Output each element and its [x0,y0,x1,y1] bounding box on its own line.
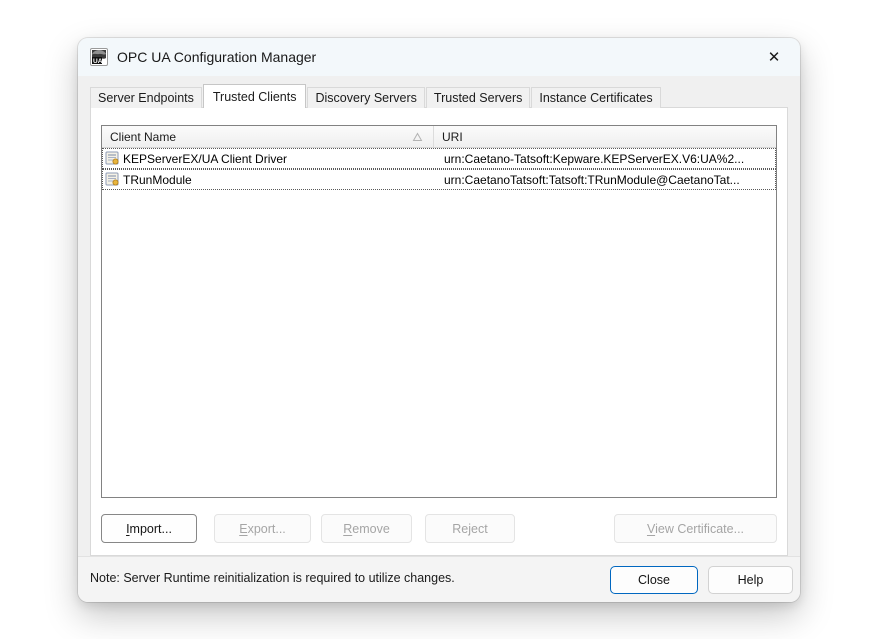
list-item-kepserverex[interactable]: KEPServerEX/UA Client Driver urn:Caetano… [102,148,776,169]
runtime-note-text: Note: Server Runtime reinitialization is… [90,571,455,585]
close-button[interactable]: Close [610,566,698,594]
client-name-column-label: Client Name [110,130,176,144]
export-button[interactable]: Export... [214,514,311,543]
list-item-trunmodule[interactable]: TRunModule urn:CaetanoTatsoft:Tatsoft:TR… [102,169,776,190]
certificate-icon [105,151,120,166]
remove-button[interactable]: Remove [321,514,412,543]
view-certificate-button[interactable]: View Certificate... [614,514,777,543]
trusted-clients-list: Client Name URI [101,125,777,498]
tab-instance-certificates[interactable]: Instance Certificates [531,87,660,108]
sort-ascending-icon [412,132,423,142]
desktop-background: UA OPC UA Configuration Manager ✕ Server… [0,0,877,639]
help-button[interactable]: Help [708,566,793,594]
svg-text:UA: UA [93,58,103,65]
window-title: OPC UA Configuration Manager [117,49,316,65]
close-icon: ✕ [768,48,781,66]
import-button[interactable]: Import... [101,514,197,543]
action-button-row: Import... Export... Remove Reject View C… [91,514,787,543]
tab-server-endpoints[interactable]: Server Endpoints [90,87,202,108]
certificate-icon [105,172,120,187]
tab-strip: Server Endpoints Trusted Clients Discove… [90,84,662,108]
column-header-uri[interactable]: URI [434,126,776,147]
dialog-footer: Note: Server Runtime reinitialization is… [78,556,800,602]
client-name-cell: TRunModule [123,173,192,187]
uri-column-label: URI [442,130,463,144]
tab-trusted-servers[interactable]: Trusted Servers [426,87,530,108]
tab-trusted-clients[interactable]: Trusted Clients [203,84,307,108]
tab-discovery-servers[interactable]: Discovery Servers [307,87,424,108]
client-name-cell: KEPServerEX/UA Client Driver [123,152,287,166]
opcua-configuration-manager-dialog: UA OPC UA Configuration Manager ✕ Server… [78,38,800,602]
list-header-row: Client Name URI [102,126,776,148]
title-bar: UA OPC UA Configuration Manager ✕ [78,38,800,76]
column-header-client-name[interactable]: Client Name [102,126,434,147]
trusted-clients-tab-panel: Client Name URI [90,107,788,556]
opc-ua-logo-icon: UA [90,48,108,66]
reject-button[interactable]: Reject [425,514,515,543]
client-uri-cell: urn:CaetanoTatsoft:Tatsoft:TRunModule@Ca… [444,173,740,187]
close-window-button[interactable]: ✕ [754,42,794,72]
client-uri-cell: urn:Caetano-Tatsoft:Kepware.KEPServerEX.… [444,152,744,166]
